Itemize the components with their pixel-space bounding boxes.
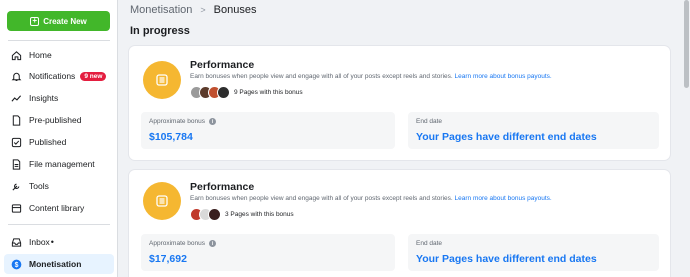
page-avatars: 9 Pages with this bonus: [190, 86, 303, 99]
dollar-icon: $: [10, 258, 22, 270]
learn-more-link[interactable]: Learn more about bonus payouts.: [455, 73, 552, 80]
inbox-icon: [10, 236, 22, 248]
sidebar-item-insights[interactable]: Insights: [4, 88, 114, 108]
approximate-bonus-box: Approximate bonus i $17,692: [141, 234, 395, 271]
card-title: Performance: [190, 181, 255, 193]
sidebar-item-label: Insights: [29, 93, 59, 103]
svg-text:$: $: [14, 261, 18, 268]
sidebar-item-label: Home: [29, 50, 52, 60]
bonus-coins-icon: [143, 61, 181, 99]
page-avatars: 3 Pages with this bonus: [190, 208, 294, 221]
card-description: Earn bonuses when people view and engage…: [190, 73, 552, 80]
learn-more-link[interactable]: Learn more about bonus payouts.: [455, 195, 552, 202]
sidebar-item-home[interactable]: Home: [4, 45, 114, 65]
avatar: [217, 86, 230, 99]
approximate-bonus-box: Approximate bonus i $105,784: [141, 112, 395, 149]
card-title: Performance: [190, 59, 255, 71]
sidebar-item-file-management[interactable]: File management: [4, 154, 114, 174]
sidebar-item-tools[interactable]: Tools: [4, 176, 114, 196]
sidebar-divider: [8, 40, 110, 41]
bell-icon: [10, 70, 22, 82]
wrench-icon: [10, 180, 22, 192]
end-date-box: End date Your Pages have different end d…: [408, 112, 659, 149]
pages-count-text: 3 Pages with this bonus: [225, 211, 294, 218]
file-icon: [10, 158, 22, 170]
breadcrumb: Monetisation > Bonuses: [130, 4, 256, 16]
sidebar-item-label: Tools: [29, 181, 49, 191]
info-icon[interactable]: i: [209, 118, 217, 125]
bonus-card: Performance Earn bonuses when people vie…: [129, 170, 670, 277]
sidebar-item-notifications[interactable]: Notifications 9 new: [4, 66, 114, 86]
sidebar-item-published[interactable]: Published: [4, 132, 114, 152]
card-description-text: Earn bonuses when people view and engage…: [190, 195, 453, 202]
create-new-label: Create New: [43, 16, 87, 26]
info-icon[interactable]: i: [209, 240, 217, 247]
avatar: [208, 208, 221, 221]
notification-badge: 9 new: [80, 71, 107, 81]
end-date-value: Your Pages have different end dates: [416, 131, 597, 143]
scrollbar-track[interactable]: [682, 0, 690, 277]
plus-icon: +: [30, 16, 40, 26]
sidebar-item-content-library[interactable]: Content library: [4, 198, 114, 218]
sidebar-item-label: File management: [29, 159, 95, 169]
bonus-value: $17,692: [149, 253, 187, 265]
end-date-value: Your Pages have different end dates: [416, 253, 597, 265]
sidebar-item-inbox[interactable]: Inbox •: [4, 232, 114, 252]
sidebar-item-label: Pre-published: [29, 115, 82, 125]
sidebar-item-label: Inbox: [29, 237, 50, 247]
card-description-text: Earn bonuses when people view and engage…: [190, 73, 453, 80]
sidebar-item-label: Notifications: [29, 71, 76, 81]
published-icon: [10, 136, 22, 148]
breadcrumb-current: Bonuses: [213, 4, 257, 16]
chevron-right-icon: >: [200, 5, 206, 15]
end-date-label: End date: [416, 240, 443, 247]
bonus-label-text: Approximate bonus: [149, 240, 206, 247]
bonus-label: Approximate bonus i: [149, 240, 217, 247]
inbox-unread-dot: •: [50, 237, 54, 247]
sidebar-item-label: Monetisation: [29, 259, 82, 269]
sidebar-divider: [8, 224, 110, 225]
sidebar-item-label: Published: [29, 137, 67, 147]
bonus-card: Performance Earn bonuses when people vie…: [129, 46, 670, 160]
end-date-box: End date Your Pages have different end d…: [408, 234, 659, 271]
insights-icon: [10, 92, 22, 104]
sidebar-item-pre-published[interactable]: Pre-published: [4, 110, 114, 130]
home-icon: [10, 49, 22, 61]
document-icon: [10, 114, 22, 126]
bonus-coins-icon: [143, 182, 181, 220]
pages-count-text: 9 Pages with this bonus: [234, 89, 303, 96]
bonus-value: $105,784: [149, 131, 193, 143]
scrollbar-thumb[interactable]: [684, 0, 689, 88]
bonus-label: Approximate bonus i: [149, 118, 217, 125]
breadcrumb-parent[interactable]: Monetisation: [130, 4, 192, 16]
create-new-button[interactable]: + Create New: [7, 11, 110, 31]
sidebar-item-label: Content library: [29, 203, 85, 213]
sidebar: + Create New Home Notifications 9 new In…: [0, 0, 118, 277]
bonus-label-text: Approximate bonus: [149, 118, 206, 125]
card-description: Earn bonuses when people view and engage…: [190, 195, 552, 202]
sidebar-item-monetisation[interactable]: $ Monetisation: [4, 254, 114, 274]
section-title: In progress: [130, 25, 190, 37]
library-icon: [10, 202, 22, 214]
end-date-label: End date: [416, 118, 443, 125]
